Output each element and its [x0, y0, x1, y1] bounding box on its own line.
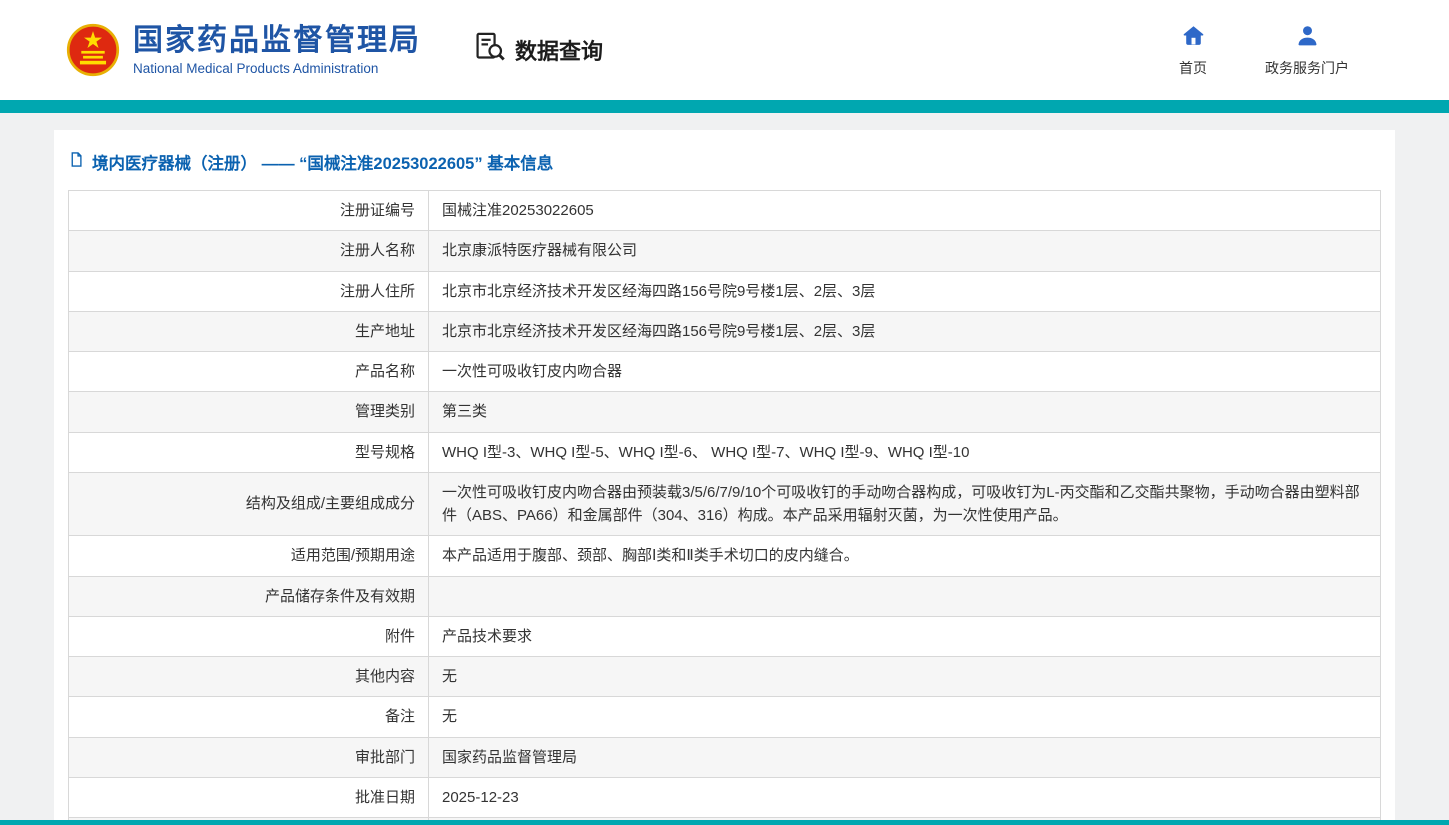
table-row-value: 第三类: [429, 392, 1381, 432]
page-title: 境内医疗器械（注册） —— “国械注准20253022605” 基本信息: [68, 140, 1381, 190]
site-title: 国家药品监督管理局: [133, 24, 421, 59]
table-row-value: 一次性可吸收钉皮内吻合器: [429, 352, 1381, 392]
table-row-label: 适用范围/预期用途: [69, 536, 429, 576]
table-row-value: 无: [429, 697, 1381, 737]
table-row-label: 附件: [69, 616, 429, 656]
footer-accent-bar: [0, 820, 1449, 825]
table-row-label: 审批部门: [69, 737, 429, 777]
table-row-value: WHQ I型-3、WHQ I型-5、WHQ I型-6、 WHQ I型-7、WHQ…: [429, 432, 1381, 472]
nav-portal[interactable]: 政务服务门户: [1265, 23, 1349, 78]
brand-logo[interactable]: 国家药品监督管理局 National Medical Products Admi…: [66, 23, 421, 77]
table-row-value: 国械注准20253022605: [429, 191, 1381, 231]
top-nav: 首页 政务服务门户: [1179, 23, 1349, 78]
table-row-value: [429, 576, 1381, 616]
content-card: 境内医疗器械（注册） —— “国械注准20253022605” 基本信息 注册证…: [54, 130, 1395, 825]
data-query-label: 数据查询: [515, 34, 603, 66]
table-row-value: 北京康派特医疗器械有限公司: [429, 231, 1381, 271]
table-row-value: 本产品适用于腹部、颈部、胸部Ⅰ类和Ⅱ类手术切口的皮内缝合。: [429, 536, 1381, 576]
nav-home-label: 首页: [1179, 58, 1207, 78]
table-row: 结构及组成/主要组成成分 一次性可吸收钉皮内吻合器由预装载3/5/6/7/9/1…: [69, 472, 1381, 536]
site-subtitle: National Medical Products Administration: [133, 61, 421, 76]
brand-text: 国家药品监督管理局 National Medical Products Admi…: [133, 24, 421, 77]
header-accent-bar: [0, 100, 1449, 113]
table-row-value: 产品技术要求: [429, 616, 1381, 656]
document-search-icon: [473, 30, 507, 70]
table-row-label: 注册人住所: [69, 271, 429, 311]
table-row-label: 其他内容: [69, 657, 429, 697]
nav-home[interactable]: 首页: [1179, 23, 1207, 78]
table-row-label: 备注: [69, 697, 429, 737]
table-row: 备注 无: [69, 697, 1381, 737]
table-row: 其他内容 无: [69, 657, 1381, 697]
table-row-value: 国家药品监督管理局: [429, 737, 1381, 777]
table-row: 附件 产品技术要求: [69, 616, 1381, 656]
table-row-value: 2025-12-23: [429, 777, 1381, 817]
table-row-label: 批准日期: [69, 777, 429, 817]
table-row-label: 注册人名称: [69, 231, 429, 271]
table-row: 产品储存条件及有效期: [69, 576, 1381, 616]
info-table-body: 注册证编号 国械注准20253022605 注册人名称 北京康派特医疗器械有限公…: [69, 191, 1381, 825]
table-row-value: 北京市北京经济技术开发区经海四路156号院9号楼1层、2层、3层: [429, 311, 1381, 351]
table-row-label: 结构及组成/主要组成成分: [69, 472, 429, 536]
document-icon: [68, 151, 85, 173]
table-row: 注册人名称 北京康派特医疗器械有限公司: [69, 231, 1381, 271]
table-row-value: 北京市北京经济技术开发区经海四路156号院9号楼1层、2层、3层: [429, 271, 1381, 311]
table-row: 适用范围/预期用途 本产品适用于腹部、颈部、胸部Ⅰ类和Ⅱ类手术切口的皮内缝合。: [69, 536, 1381, 576]
page-title-text: 境内医疗器械（注册） —— “国械注准20253022605” 基本信息: [92, 150, 553, 174]
home-icon: [1181, 23, 1206, 51]
info-table: 注册证编号 国械注准20253022605 注册人名称 北京康派特医疗器械有限公…: [68, 190, 1381, 825]
table-row: 审批部门 国家药品监督管理局: [69, 737, 1381, 777]
table-row: 批准日期 2025-12-23: [69, 777, 1381, 817]
table-row: 产品名称 一次性可吸收钉皮内吻合器: [69, 352, 1381, 392]
table-row-label: 管理类别: [69, 392, 429, 432]
table-row: 注册人住所 北京市北京经济技术开发区经海四路156号院9号楼1层、2层、3层: [69, 271, 1381, 311]
table-row-label: 生产地址: [69, 311, 429, 351]
table-row-value: 无: [429, 657, 1381, 697]
national-emblem-icon: [66, 23, 120, 77]
table-row-label: 型号规格: [69, 432, 429, 472]
table-row: 注册证编号 国械注准20253022605: [69, 191, 1381, 231]
table-row: 管理类别 第三类: [69, 392, 1381, 432]
data-query-heading: 数据查询: [473, 30, 603, 70]
table-row: 型号规格 WHQ I型-3、WHQ I型-5、WHQ I型-6、 WHQ I型-…: [69, 432, 1381, 472]
nav-portal-label: 政务服务门户: [1265, 58, 1349, 78]
site-header: 国家药品监督管理局 National Medical Products Admi…: [0, 0, 1449, 100]
table-row-label: 产品储存条件及有效期: [69, 576, 429, 616]
user-icon: [1295, 23, 1320, 51]
table-row-label: 产品名称: [69, 352, 429, 392]
table-row-label: 注册证编号: [69, 191, 429, 231]
table-row-value: 一次性可吸收钉皮内吻合器由预装载3/5/6/7/9/10个可吸收钉的手动吻合器构…: [429, 472, 1381, 536]
table-row: 生产地址 北京市北京经济技术开发区经海四路156号院9号楼1层、2层、3层: [69, 311, 1381, 351]
